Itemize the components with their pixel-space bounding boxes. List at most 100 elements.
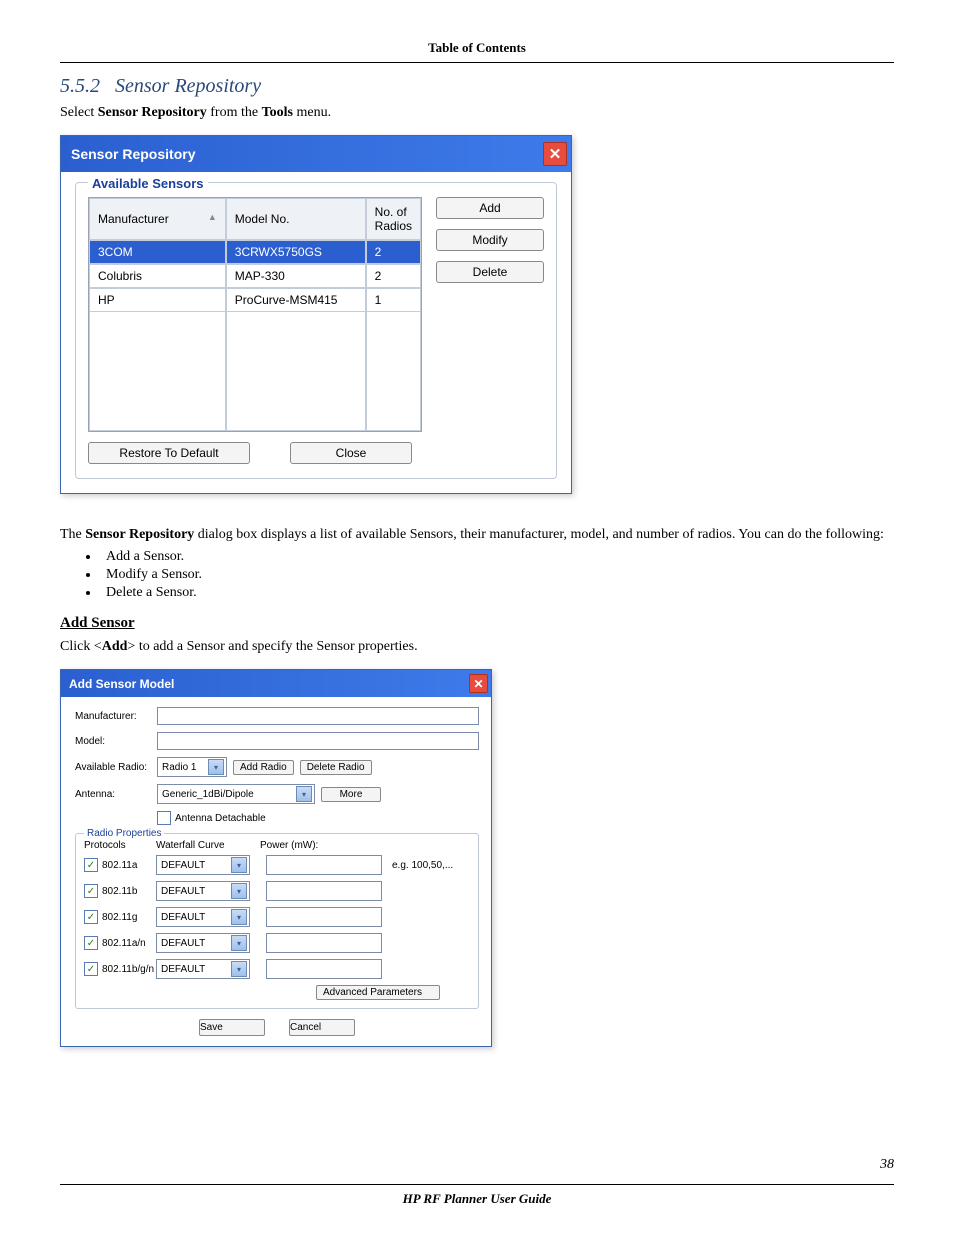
advanced-parameters-button[interactable]: Advanced Parameters [316,985,440,1000]
cell-model: 3CRWX5750GS [226,240,366,264]
waterfall-select[interactable]: DEFAULT ▾ [156,907,250,927]
t: Sensor Repository [98,105,207,120]
save-button[interactable]: Save [199,1019,265,1036]
waterfall-select[interactable]: DEFAULT ▾ [156,881,250,901]
th-label: Manufacturer [98,212,169,226]
chevron-down-icon: ▾ [231,909,247,925]
radio-select[interactable]: Radio 1 ▾ [157,757,227,777]
add-sensor-model-dialog: Add Sensor Model ✕ Manufacturer: Model: … [60,669,492,1047]
delete-radio-button[interactable]: Delete Radio [300,760,372,775]
t: Add [102,639,128,654]
protocol-checkbox[interactable]: ✓ [84,884,98,898]
cell-manufacturer: Colubris [89,264,226,288]
antenna-select[interactable]: Generic_1dBi/Dipole ▾ [157,784,315,804]
model-input[interactable] [157,732,479,750]
list-item: Delete a Sensor. [100,585,894,601]
protocol-row: ✓ 802.11g DEFAULT ▾ [84,907,470,927]
t: The [60,527,85,542]
group-legend: Radio Properties [84,828,164,839]
waterfall-select[interactable]: DEFAULT ▾ [156,855,250,875]
select-value: DEFAULT [161,886,205,897]
antenna-label: Antenna: [75,789,151,800]
manufacturer-input[interactable] [157,707,479,725]
add-button[interactable]: Add [436,197,544,219]
radio-properties-group: Radio Properties Protocols Waterfall Cur… [75,833,479,1009]
col-manufacturer[interactable]: Manufacturer ▲ [89,198,226,240]
section-number: 5.5.2 [60,75,100,97]
t: Select [60,105,98,120]
chevron-down-icon: ▾ [231,935,247,951]
select-value: Generic_1dBi/Dipole [162,789,254,800]
delete-button[interactable]: Delete [436,261,544,283]
col-radios[interactable]: No. of Radios [366,198,421,240]
table-row[interactable]: 3COM 3CRWX5750GS 2 [89,240,421,264]
protocol-row: ✓ 802.11a DEFAULT ▾ e.g. 100,50,... [84,855,470,875]
more-button[interactable]: More [321,787,381,802]
protocol-checkbox[interactable]: ✓ [84,962,98,976]
antenna-detachable-checkbox[interactable] [157,811,171,825]
section-title: 5.5.2 Sensor Repository [60,75,894,98]
t: Sensor Repository [85,527,194,542]
cell-radios: 1 [366,288,421,312]
antenna-detachable-label: Antenna Detachable [175,813,266,824]
table-row[interactable]: HP ProCurve-MSM415 1 [89,288,421,312]
chevron-down-icon: ▾ [231,857,247,873]
list-item: Add a Sensor. [100,549,894,565]
select-value: Radio 1 [162,762,196,773]
protocol-checkbox[interactable]: ✓ [84,910,98,924]
model-label: Model: [75,736,151,747]
cell-manufacturer: 3COM [89,240,226,264]
select-value: DEFAULT [161,938,205,949]
close-button[interactable]: Close [290,442,412,464]
protocols-header: Protocols [84,840,156,851]
t: menu. [293,105,331,120]
waterfall-select[interactable]: DEFAULT ▾ [156,933,250,953]
power-input[interactable] [266,907,382,927]
protocol-label: 802.11b/g/n [102,964,154,975]
close-icon[interactable]: ✕ [543,142,567,166]
sensor-table[interactable]: Manufacturer ▲ Model No. No. of Radios 3… [88,197,422,432]
col-model[interactable]: Model No. [226,198,366,240]
select-value: DEFAULT [161,912,205,923]
intro-text: Select Sensor Repository from the Tools … [60,102,894,123]
power-input[interactable] [266,881,382,901]
protocol-label: 802.11a [102,860,137,871]
t: Tools [262,105,293,120]
cell-radios: 2 [366,264,421,288]
available-radio-label: Available Radio: [75,762,151,773]
t: Click < [60,639,102,654]
restore-default-button[interactable]: Restore To Default [88,442,250,464]
dialog-titlebar: Sensor Repository ✕ [61,136,571,172]
protocol-label: 802.11b [102,886,137,897]
page-number: 38 [880,1157,894,1173]
power-input[interactable] [266,855,382,875]
sort-asc-icon: ▲ [208,212,217,222]
power-hint: e.g. 100,50,... [392,860,453,871]
protocol-row: ✓ 802.11b/g/n DEFAULT ▾ [84,959,470,979]
manufacturer-label: Manufacturer: [75,711,151,722]
action-list: Add a Sensor. Modify a Sensor. Delete a … [100,549,894,601]
chevron-down-icon: ▾ [296,786,312,802]
group-legend: Available Sensors [88,176,208,191]
footer-rule [60,1184,894,1185]
cancel-button[interactable]: Cancel [289,1019,355,1036]
table-row[interactable]: Colubris MAP-330 2 [89,264,421,288]
modify-button[interactable]: Modify [436,229,544,251]
list-item: Modify a Sensor. [100,567,894,583]
add-sensor-heading: Add Sensor [60,615,894,632]
waterfall-select[interactable]: DEFAULT ▾ [156,959,250,979]
select-value: DEFAULT [161,860,205,871]
cell-manufacturer: HP [89,288,226,312]
para-description: The Sensor Repository dialog box display… [60,524,894,545]
t: from the [207,105,262,120]
cell-radios: 2 [366,240,421,264]
protocol-checkbox[interactable]: ✓ [84,858,98,872]
available-sensors-group: Available Sensors Manufacturer ▲ Model N… [75,182,557,479]
close-icon[interactable]: ✕ [469,674,488,693]
add-radio-button[interactable]: Add Radio [233,760,294,775]
protocol-checkbox[interactable]: ✓ [84,936,98,950]
power-input[interactable] [266,933,382,953]
power-input[interactable] [266,959,382,979]
dialog-titlebar: Add Sensor Model ✕ [61,670,491,697]
waterfall-header: Waterfall Curve [156,840,260,851]
